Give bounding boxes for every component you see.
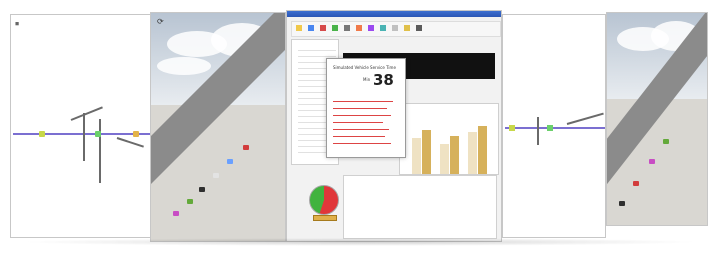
popup-title: Simulated Vehicle Service Time — [333, 65, 396, 70]
list-item[interactable] — [298, 46, 336, 51]
toolbar-icon[interactable] — [356, 25, 362, 31]
left-3d-view: ⟳ — [150, 12, 286, 242]
network-edge-branch-2 — [566, 112, 604, 125]
network-edge-branch-3 — [116, 137, 144, 148]
vehicle — [649, 159, 655, 164]
right-network-panel — [502, 14, 606, 238]
vehicle — [213, 173, 219, 178]
toolbar-icon[interactable] — [308, 25, 314, 31]
network-node — [547, 125, 553, 131]
left-network-panel: ◼ — [10, 14, 152, 238]
toolbar-icon[interactable] — [380, 25, 386, 31]
network-edge-branch-1 — [83, 113, 85, 161]
bar-series-1 — [412, 138, 421, 174]
network-edge-main — [505, 127, 605, 129]
bar-series-1 — [468, 132, 477, 174]
toolbar-icon[interactable] — [344, 25, 350, 31]
toolbar-icon[interactable] — [404, 25, 410, 31]
network-node — [39, 131, 45, 137]
vehicle — [633, 181, 639, 186]
service-time-popup: Simulated Vehicle Service Time Min 38 — [326, 58, 406, 158]
network-edge-main — [13, 133, 151, 135]
vehicle — [663, 139, 669, 144]
vehicle — [199, 187, 205, 192]
bar-series-1 — [440, 144, 449, 174]
toolbar-icon[interactable] — [320, 25, 326, 31]
toolbar-icon[interactable] — [332, 25, 338, 31]
dashboard-toolbar — [291, 21, 501, 37]
list-item[interactable] — [298, 52, 336, 57]
toolbar-icon[interactable] — [392, 25, 398, 31]
shadow — [20, 238, 700, 246]
network-edge-branch-2 — [99, 119, 101, 183]
bar-series-2 — [450, 136, 459, 174]
popup-list — [333, 99, 399, 151]
bar-chart — [399, 103, 499, 175]
bar-series-2 — [422, 130, 431, 174]
popup-value: 38 — [373, 71, 394, 89]
vehicle — [173, 211, 179, 216]
vehicle — [619, 201, 625, 206]
log-pane — [343, 175, 497, 239]
network-legend-icon: ◼ — [15, 21, 20, 27]
vehicle — [187, 199, 193, 204]
bar-series-2 — [478, 126, 487, 174]
vehicle — [227, 159, 233, 164]
status-gauge — [309, 185, 339, 215]
cloud — [157, 57, 211, 75]
gauge-base — [313, 215, 337, 221]
toolbar-icon[interactable] — [368, 25, 374, 31]
refresh-icon[interactable]: ⟳ — [157, 18, 164, 26]
toolbar-icon[interactable] — [416, 25, 422, 31]
dashboard-titlebar — [287, 11, 501, 17]
network-node — [95, 131, 101, 137]
multi-monitor-stage: ◼ ⟳ Simulated Vehicle Service Time Min 3… — [0, 0, 718, 258]
network-edge-branch-1 — [537, 117, 539, 145]
network-node — [509, 125, 515, 131]
toolbar-icon[interactable] — [296, 25, 302, 31]
vehicle — [243, 145, 249, 150]
network-node — [133, 131, 139, 137]
popup-unit: Min — [363, 77, 371, 82]
right-3d-view — [606, 12, 708, 226]
